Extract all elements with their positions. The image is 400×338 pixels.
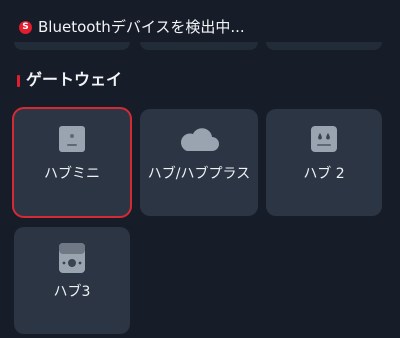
section-marker [17,75,20,87]
partial-card [140,42,258,50]
device-label: ハブ3 [53,284,91,300]
device-card-hub-2[interactable]: ハブ 2 [266,109,382,216]
scan-status-text: Bluetoothデバイスを検出中... [38,18,245,36]
section-title: ゲートウェイ [26,70,123,89]
device-card-hub-3[interactable]: ハブ3 [14,227,130,334]
device-label: ハブミニ [44,166,100,182]
hub-mini-icon [59,126,85,152]
partial-card [14,42,130,50]
device-label: ハブ/ハブプラス [147,166,251,182]
hub3-icon [59,243,85,273]
hub2-icon [311,126,337,152]
partial-card [266,42,382,50]
cloud-icon [180,128,219,151]
device-card-hub-plus[interactable]: ハブ/ハブプラス [140,109,258,216]
device-card-hub-mini[interactable]: ハブミニ [14,109,130,216]
bluetooth-scan-bar: S Bluetoothデバイスを検出中... [0,0,400,48]
device-label: ハブ 2 [303,166,345,182]
s-brand-icon: S [19,21,32,34]
